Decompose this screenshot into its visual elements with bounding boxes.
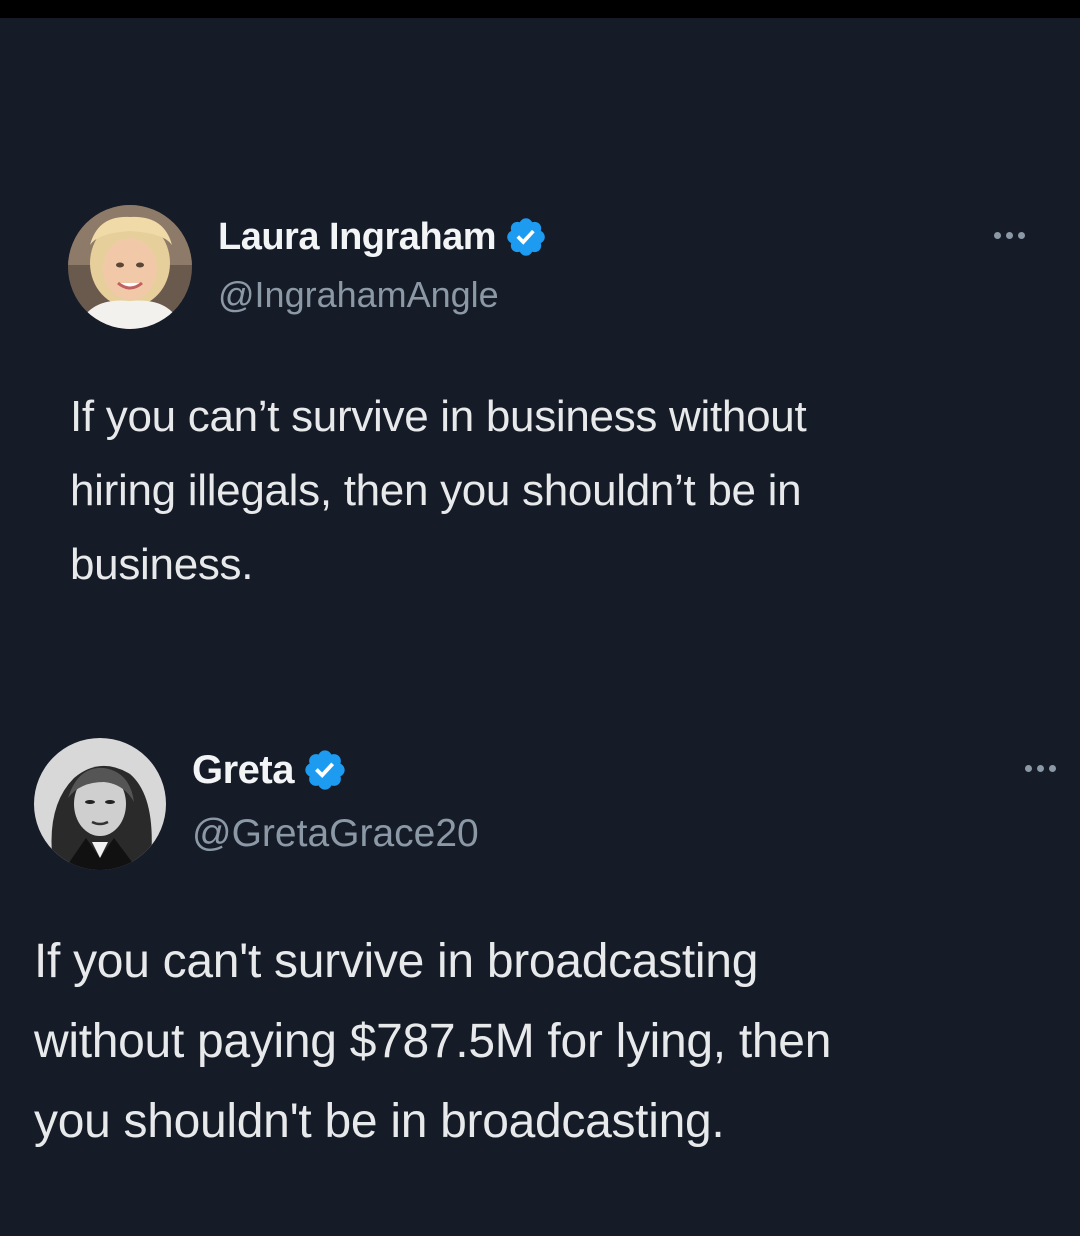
tweet-card[interactable]: Greta @GretaGrace20 If you can't survive… bbox=[0, 0, 1080, 1236]
display-name[interactable]: Greta bbox=[192, 748, 295, 793]
user-handle[interactable]: @GretaGrace20 bbox=[192, 812, 479, 856]
author-name-row: Greta bbox=[192, 744, 348, 796]
tweet-text: If you can't survive in broadcasting wit… bbox=[34, 935, 832, 1148]
more-options-icon[interactable] bbox=[1025, 765, 1056, 772]
avatar[interactable] bbox=[34, 738, 166, 870]
verified-badge-icon bbox=[302, 747, 348, 793]
